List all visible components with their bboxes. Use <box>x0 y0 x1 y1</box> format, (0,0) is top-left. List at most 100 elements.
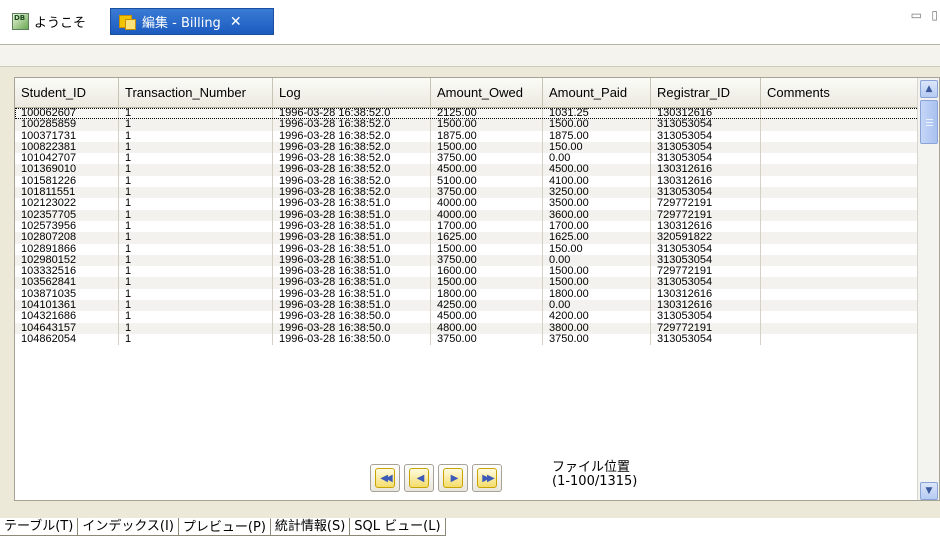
table-row[interactable]: 102357705 1 1996-03-28 16:38:51.0 4000.00 36… <box>15 209 919 221</box>
table-cell[interactable]: 1996-03-28 16:38:51.0 <box>273 232 431 244</box>
table-cell[interactable]: 100822381 <box>15 141 119 154</box>
table-cell[interactable] <box>761 210 919 221</box>
table-cell[interactable] <box>761 198 919 209</box>
table-cell[interactable] <box>761 153 919 164</box>
table-cell[interactable]: 1 <box>119 243 273 255</box>
table-cell[interactable] <box>761 187 919 198</box>
table-row[interactable]: 102891866 1 1996-03-28 16:38:51.0 1500.00 15… <box>15 243 919 255</box>
table-row[interactable]: 101811551 1 1996-03-28 16:38:52.0 3750.00 32… <box>15 187 919 199</box>
table-cell[interactable]: 101369010 <box>15 164 119 176</box>
table-cell[interactable]: 320591822 <box>651 232 761 244</box>
table-cell[interactable]: 102807208 <box>15 232 119 244</box>
table-cell[interactable]: 313053054 <box>651 141 761 154</box>
prev-page-button[interactable]: ◀ <box>404 464 434 492</box>
table-cell[interactable]: 4500.00 <box>431 311 543 323</box>
table-cell[interactable]: 101811551 <box>15 187 119 199</box>
table-cell[interactable]: 1996-03-28 16:38:51.0 <box>273 198 431 210</box>
table-cell[interactable]: 729772191 <box>651 266 761 278</box>
table-cell[interactable]: 130312616 <box>651 300 761 312</box>
table-cell[interactable]: 3750.00 <box>431 187 543 199</box>
table-cell[interactable]: 1996-03-28 16:38:51.0 <box>273 266 431 278</box>
table-row[interactable]: 100062607 1 1996-03-28 16:38:52.0 2125.00 10… <box>15 108 919 120</box>
table-row[interactable]: 100285859 1 1996-03-28 16:38:52.0 1500.00 15… <box>15 119 919 131</box>
table-cell[interactable]: 313053054 <box>651 311 761 323</box>
table-cell[interactable]: 1 <box>119 175 273 188</box>
column-header-registrar-id[interactable]: Registrar_ID <box>651 78 761 108</box>
table-cell[interactable]: 1 <box>119 322 273 334</box>
table-cell[interactable]: 103871035 <box>15 288 119 301</box>
table-cell[interactable]: 313053054 <box>651 187 761 199</box>
table-cell[interactable]: 1700.00 <box>431 220 543 233</box>
table-cell[interactable]: 102891866 <box>15 243 119 255</box>
table-cell[interactable]: 313053054 <box>651 243 761 255</box>
table-cell[interactable]: 1 <box>119 254 273 267</box>
table-row[interactable]: 102980152 1 1996-03-28 16:38:51.0 3750.00 0.… <box>15 254 919 267</box>
table-cell[interactable]: 313053054 <box>651 153 761 165</box>
scroll-down-icon[interactable]: ▼ <box>920 482 938 500</box>
table-row[interactable]: 101369010 1 1996-03-28 16:38:52.0 4500.00 45… <box>15 164 919 176</box>
data-grid[interactable]: Student_ID Transaction_Number Log Amount_Ow… <box>14 77 940 501</box>
table-cell[interactable]: 1875.00 <box>543 130 651 142</box>
table-cell[interactable]: 150.00 <box>543 141 651 154</box>
table-cell[interactable]: 130312616 <box>651 220 761 233</box>
table-cell[interactable]: 4500.00 <box>543 164 651 176</box>
table-cell[interactable]: 101581226 <box>15 175 119 188</box>
table-cell[interactable]: 1996-03-28 16:38:51.0 <box>273 288 431 301</box>
table-cell[interactable]: 4800.00 <box>431 322 543 334</box>
table-cell[interactable]: 1 <box>119 288 273 301</box>
table-row[interactable]: 104643157 1 1996-03-28 16:38:50.0 4800.00 38… <box>15 322 919 334</box>
table-cell[interactable]: 104101361 <box>15 300 119 312</box>
table-cell[interactable]: 1 <box>119 187 273 199</box>
table-cell[interactable]: 4250.00 <box>431 300 543 312</box>
close-icon[interactable]: ✕ <box>230 14 242 30</box>
table-cell[interactable]: 1500.00 <box>431 119 543 131</box>
table-cell[interactable]: 102357705 <box>15 209 119 221</box>
table-cell[interactable]: 1996-03-28 16:38:51.0 <box>273 243 431 255</box>
table-cell[interactable] <box>761 277 919 288</box>
table-cell[interactable]: 1500.00 <box>543 266 651 278</box>
table-cell[interactable] <box>761 131 919 142</box>
table-cell[interactable] <box>761 334 919 345</box>
table-cell[interactable]: 104321686 <box>15 311 119 323</box>
table-cell[interactable]: 4200.00 <box>543 311 651 323</box>
table-cell[interactable]: 313053054 <box>651 277 761 289</box>
scroll-up-icon[interactable]: ▲ <box>920 80 938 98</box>
table-cell[interactable]: 1700.00 <box>543 220 651 233</box>
table-cell[interactable]: 1996-03-28 16:38:50.0 <box>273 311 431 323</box>
table-cell[interactable] <box>761 232 919 243</box>
table-row[interactable]: 102573956 1 1996-03-28 16:38:51.0 1700.00 17… <box>15 220 919 233</box>
table-cell[interactable] <box>761 119 919 130</box>
table-cell[interactable]: 1 <box>119 119 273 131</box>
table-cell[interactable]: 102980152 <box>15 254 119 267</box>
minimize-icon[interactable]: ▭ <box>911 8 922 22</box>
table-cell[interactable]: 130312616 <box>651 164 761 176</box>
table-cell[interactable]: 313053054 <box>651 254 761 267</box>
column-header-amount-owed[interactable]: Amount_Owed <box>431 78 543 108</box>
table-cell[interactable]: 1 <box>119 232 273 244</box>
table-row[interactable]: 104321686 1 1996-03-28 16:38:50.0 4500.00 42… <box>15 311 919 323</box>
table-cell[interactable]: 1996-03-28 16:38:52.0 <box>273 108 431 120</box>
vertical-scrollbar[interactable]: ▲ ▼ <box>917 78 939 500</box>
table-cell[interactable]: 313053054 <box>651 130 761 142</box>
table-cell[interactable]: 1 <box>119 164 273 176</box>
table-cell[interactable] <box>761 266 919 277</box>
table-cell[interactable]: 3500.00 <box>543 198 651 210</box>
table-cell[interactable]: 3800.00 <box>543 322 651 334</box>
table-cell[interactable]: 3750.00 <box>543 333 651 346</box>
table-cell[interactable] <box>761 300 919 311</box>
table-cell[interactable]: 1800.00 <box>543 288 651 301</box>
view-tab-2[interactable]: プレビュー(P) <box>178 518 271 536</box>
table-cell[interactable]: 1996-03-28 16:38:52.0 <box>273 164 431 176</box>
table-cell[interactable]: 1875.00 <box>431 130 543 142</box>
table-cell[interactable] <box>761 289 919 300</box>
table-cell[interactable]: 1 <box>119 266 273 278</box>
table-cell[interactable] <box>761 311 919 322</box>
table-row[interactable]: 102123022 1 1996-03-28 16:38:51.0 4000.00 35… <box>15 198 919 210</box>
table-cell[interactable]: 1500.00 <box>431 277 543 289</box>
table-cell[interactable]: 1996-03-28 16:38:52.0 <box>273 175 431 188</box>
column-header-amount-paid[interactable]: Amount_Paid <box>543 78 651 108</box>
table-cell[interactable]: 130312616 <box>651 108 761 120</box>
table-cell[interactable]: 3750.00 <box>431 333 543 346</box>
table-cell[interactable]: 4000.00 <box>431 209 543 221</box>
table-cell[interactable]: 104862054 <box>15 333 119 346</box>
